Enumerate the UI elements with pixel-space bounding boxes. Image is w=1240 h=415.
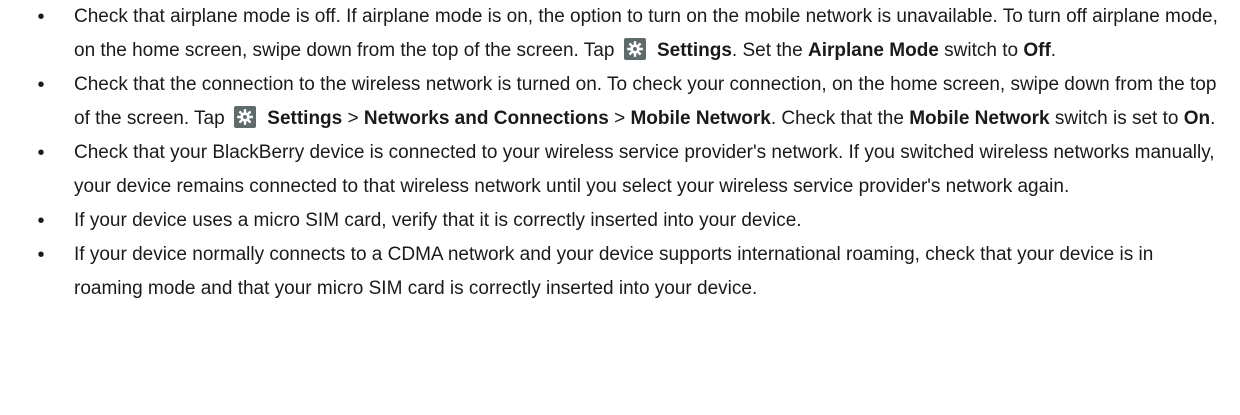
item-text: If your device normally connects to a CD…: [74, 244, 1154, 299]
settings-label: Settings: [267, 108, 343, 129]
help-document: • Check that airplane mode is off. If ai…: [0, 0, 1240, 306]
gear-icon: [233, 106, 256, 128]
networks-and-connections-label: Networks and Connections: [363, 108, 609, 129]
item-text: If your device uses a micro SIM card, ve…: [74, 210, 802, 231]
item-text: switch to: [938, 40, 1024, 61]
list-item-wireless-connection: • Check that the connection to the wirel…: [36, 68, 1220, 136]
troubleshooting-list: • Check that airplane mode is off. If ai…: [36, 0, 1220, 306]
list-item-provider-network: • Check that your BlackBerry device is c…: [36, 136, 1220, 204]
mobile-network-label: Mobile Network: [630, 108, 771, 129]
off-label: Off: [1023, 40, 1051, 61]
list-item-cdma-roaming: • If your device normally connects to a …: [36, 238, 1220, 306]
bullet: •: [37, 74, 45, 96]
settings-label: Settings: [656, 40, 732, 61]
gear-icon: [623, 38, 646, 60]
mobile-network-label: Mobile Network: [909, 108, 1050, 129]
item-text: .: [1210, 108, 1216, 129]
on-label: On: [1183, 108, 1211, 129]
item-text: . Check that the: [770, 108, 910, 129]
breadcrumb-separator: >: [608, 108, 631, 129]
bullet: •: [37, 210, 45, 232]
item-text: switch is set to: [1049, 108, 1184, 129]
breadcrumb-separator: >: [342, 108, 364, 129]
airplane-mode-label: Airplane Mode: [807, 40, 939, 61]
list-item-micro-sim: • If your device uses a micro SIM card, …: [36, 204, 1220, 238]
item-text: . Set the: [731, 40, 808, 61]
bullet: •: [37, 244, 45, 266]
item-text: Check that your BlackBerry device is con…: [74, 142, 1215, 197]
bullet: •: [37, 6, 45, 28]
item-text: .: [1050, 40, 1057, 61]
bullet: •: [37, 142, 45, 164]
list-item-airplane-mode: • Check that airplane mode is off. If ai…: [36, 0, 1220, 68]
